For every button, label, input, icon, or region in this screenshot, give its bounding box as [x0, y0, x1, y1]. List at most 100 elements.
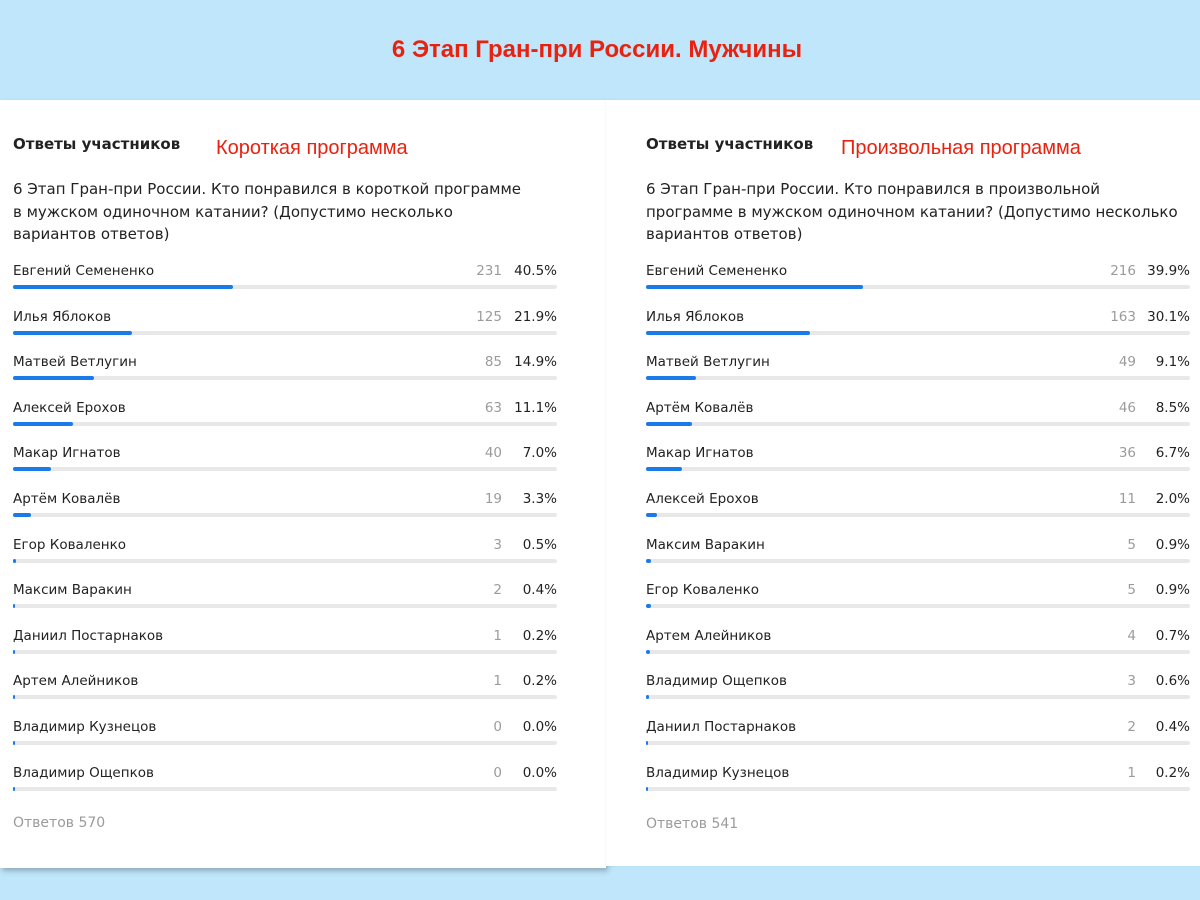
participant-name: Владимир Кузнецов	[646, 764, 790, 781]
vote-percent: 8.5%	[1155, 399, 1190, 416]
vote-percent: 39.9%	[1147, 263, 1190, 279]
poll-results: Евгений Семененко 216 39.9% Илья Яблоков 163…	[606, 260, 1190, 807]
vote-percent: 0.7%	[1155, 627, 1190, 644]
participant-name: Артём Ковалёв	[13, 490, 121, 507]
participant-name: Артем Алейников	[13, 673, 139, 690]
vote-count: 63	[484, 399, 502, 416]
poll-question: 6 Этап Гран-при России. Кто понравился в…	[13, 180, 522, 243]
participant-name: Илья Яблоков	[646, 308, 745, 325]
participant-name: Илья Яблоков	[13, 308, 112, 325]
participant-name: Даниил Постарнаков	[646, 718, 797, 735]
vote-percent: 0.4%	[1155, 718, 1190, 735]
result-row: Владимир Ощепков 0 0.0%	[0, 762, 557, 808]
poll-panel-short-program: Ответы участников Короткая программа 6 Э…	[0, 100, 606, 868]
participant-name: Матвей Ветлугин	[646, 354, 770, 371]
participant-name: Владимир Ощепков	[646, 673, 787, 690]
participant-name: Евгений Семененко	[646, 263, 788, 279]
poll-panel-free-program: Ответы участников Произвольная программа…	[606, 100, 1200, 866]
vote-count: 85	[484, 354, 502, 371]
participant-name: Владимир Кузнецов	[13, 718, 157, 735]
bar-track	[646, 421, 1190, 426]
poll-results: Евгений Семененко 231 40.5% Илья Яблоков 125…	[0, 260, 557, 807]
participant-name: Егор Коваленко	[646, 582, 759, 599]
participant-name: Владимир Ощепков	[13, 764, 154, 781]
vote-count: 5	[1127, 536, 1136, 553]
bar-track	[13, 740, 557, 745]
bar-track	[646, 467, 1190, 472]
vote-count: 125	[476, 308, 502, 325]
bar-track	[13, 330, 557, 335]
bar-fill	[13, 330, 133, 335]
result-row: Алексей Ерохов 63 11.1%	[0, 397, 557, 443]
bar-fill	[646, 330, 810, 335]
bar-fill	[13, 649, 15, 654]
bar-fill	[13, 604, 16, 609]
vote-percent: 0.5%	[522, 536, 557, 553]
bar-track	[646, 330, 1190, 335]
result-row: Евгений Семененко 231 40.5%	[0, 260, 557, 306]
vote-percent: 40.5%	[514, 263, 557, 279]
vote-percent: 0.0%	[522, 718, 557, 735]
total-answers: Ответов 570	[13, 815, 106, 831]
bar-fill	[646, 558, 651, 563]
vote-count: 3	[493, 536, 502, 553]
panel-header: Ответы участников	[646, 135, 814, 153]
vote-count: 49	[1118, 354, 1136, 371]
bar-fill	[646, 740, 649, 745]
bar-track	[646, 740, 1190, 745]
bar-track	[646, 376, 1190, 381]
vote-count: 19	[484, 490, 502, 507]
result-row: Даниил Постарнаков 1 0.2%	[0, 625, 557, 671]
vote-count: 4	[1127, 627, 1136, 644]
program-label: Произвольная программа	[841, 137, 1081, 159]
result-row: Артем Алейников 1 0.2%	[0, 670, 557, 716]
result-row: Артем Алейников 4 0.7%	[606, 625, 1190, 671]
bar-fill	[13, 740, 15, 745]
bar-track	[13, 695, 557, 700]
bar-fill	[646, 695, 650, 700]
result-row: Артём Ковалёв 46 8.5%	[606, 397, 1190, 443]
vote-count: 216	[1110, 263, 1136, 279]
result-row: Владимир Ощепков 3 0.6%	[606, 670, 1190, 716]
participant-name: Артём Ковалёв	[646, 399, 754, 416]
participant-name: Матвей Ветлугин	[13, 354, 137, 371]
result-row: Максим Варакин 2 0.4%	[0, 579, 557, 625]
vote-percent: 0.9%	[1155, 536, 1190, 553]
result-row: Макар Игнатов 36 6.7%	[606, 442, 1190, 488]
bar-fill	[13, 512, 31, 517]
total-answers: Ответов 541	[646, 816, 739, 832]
result-row: Артём Ковалёв 19 3.3%	[0, 488, 557, 534]
result-row: Матвей Ветлугин 85 14.9%	[0, 351, 557, 397]
bar-fill	[646, 512, 657, 517]
vote-count: 46	[1118, 399, 1136, 416]
vote-count: 0	[493, 764, 502, 781]
bar-track	[646, 649, 1190, 654]
bar-track	[13, 467, 557, 472]
participant-name: Алексей Ерохов	[13, 399, 126, 416]
result-row: Егор Коваленко 5 0.9%	[606, 579, 1190, 625]
bar-track	[646, 512, 1190, 517]
bar-track	[13, 285, 557, 289]
bar-track	[646, 285, 1190, 289]
bar-fill	[646, 421, 693, 426]
bar-fill	[13, 421, 74, 426]
bar-fill	[646, 376, 696, 381]
vote-percent: 30.1%	[1147, 308, 1190, 325]
participant-name: Евгений Семененко	[13, 263, 155, 279]
result-row: Матвей Ветлугин 49 9.1%	[606, 351, 1190, 397]
result-row: Владимир Кузнецов 1 0.2%	[606, 762, 1190, 808]
bar-track	[13, 512, 557, 517]
vote-count: 2	[1127, 718, 1136, 735]
participant-name: Алексей Ерохов	[646, 490, 759, 507]
vote-percent: 6.7%	[1155, 445, 1190, 462]
participant-name: Егор Коваленко	[13, 536, 126, 553]
vote-percent: 3.3%	[522, 490, 557, 507]
panel-header: Ответы участников	[13, 135, 181, 153]
bar-fill	[13, 695, 15, 700]
poll-question: 6 Этап Гран-при России. Кто понравился в…	[646, 180, 1178, 243]
bar-fill	[646, 467, 683, 472]
bar-fill	[646, 786, 648, 791]
vote-count: 1	[493, 673, 502, 690]
participant-name: Максим Варакин	[13, 582, 132, 599]
vote-percent: 11.1%	[514, 399, 557, 416]
